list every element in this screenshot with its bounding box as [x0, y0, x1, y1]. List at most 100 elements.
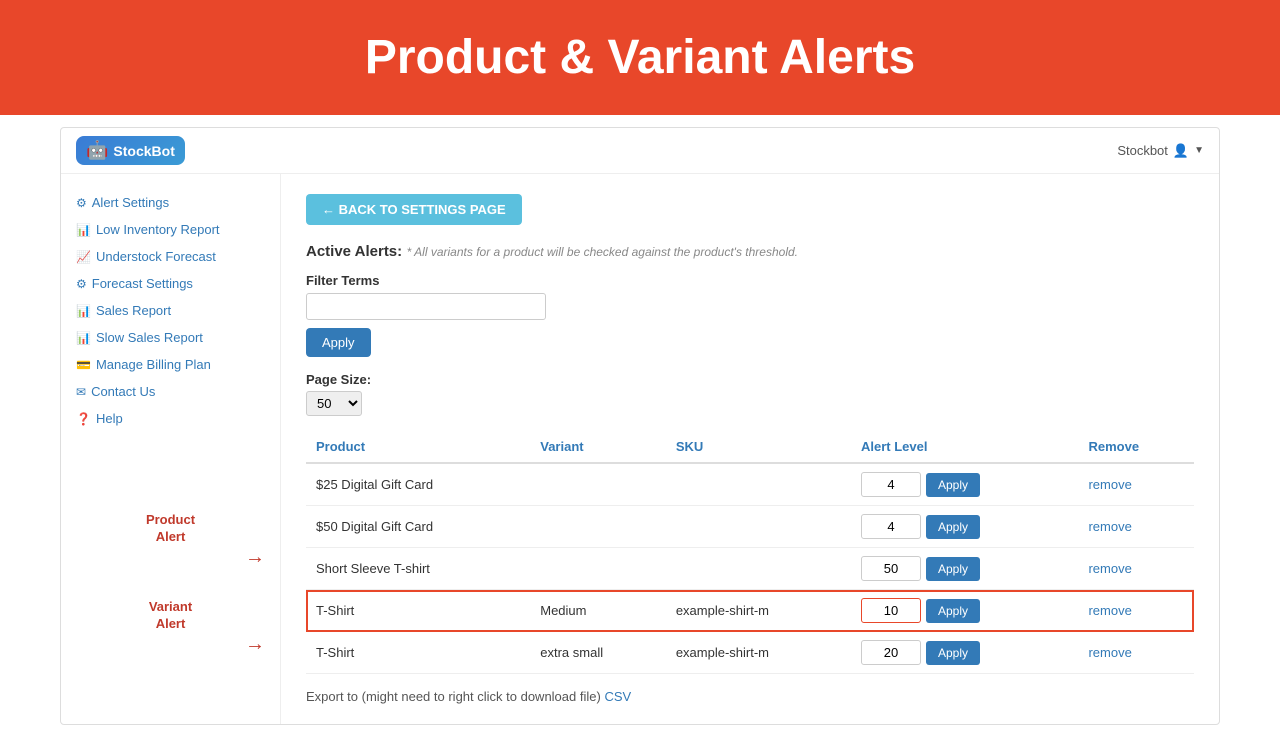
filter-input[interactable]	[306, 293, 546, 320]
alerts-table: Product Variant SKU Alert Level Remove $…	[306, 431, 1194, 674]
slow-sales-report-link[interactable]: 📊 Slow Sales Report	[76, 330, 265, 345]
col-product: Product	[306, 431, 530, 463]
page-size-row: Page Size: 10 25 50 100	[306, 372, 1194, 416]
page-size-select[interactable]: 10 25 50 100	[306, 391, 362, 416]
hero-banner: Product & Variant Alerts	[0, 0, 1280, 115]
sidebar-item-understock[interactable]: 📈 Understock Forecast	[61, 243, 280, 270]
cell-product: $25 Digital Gift Card	[306, 463, 530, 506]
topbar-user[interactable]: Stockbot 👤 ▼	[1117, 143, 1204, 159]
sidebar-item-forecast-settings[interactable]: ⚙ Forecast Settings	[61, 270, 280, 297]
col-sku: SKU	[666, 431, 851, 463]
cell-alert-level: Apply	[851, 590, 1078, 632]
row-apply-button[interactable]: Apply	[926, 599, 980, 623]
export-row: Export to (might need to right click to …	[306, 689, 1194, 704]
remove-link[interactable]: remove	[1088, 645, 1131, 660]
filter-label: Filter Terms	[306, 273, 1194, 288]
billing-icon: 💳	[76, 358, 91, 372]
cell-remove: remove	[1078, 590, 1194, 632]
help-icon: ❓	[76, 412, 91, 426]
row-apply-button[interactable]: Apply	[926, 641, 980, 665]
bar-chart-icon: 📊	[76, 304, 91, 318]
settings-icon: ⚙	[76, 196, 87, 210]
active-alerts-heading: Active Alerts: * All variants for a prod…	[306, 243, 1194, 261]
apply-filter-button[interactable]: Apply	[306, 328, 371, 357]
app-topbar: 🤖 StockBot Stockbot 👤 ▼	[61, 128, 1219, 174]
stockbot-logo: 🤖 StockBot	[76, 136, 185, 165]
sales-report-link[interactable]: 📊 Sales Report	[76, 303, 265, 318]
cell-sku	[666, 463, 851, 506]
cell-sku: example-shirt-m	[666, 632, 851, 674]
cell-product: $50 Digital Gift Card	[306, 506, 530, 548]
alert-level-input[interactable]	[861, 598, 921, 623]
col-remove: Remove	[1078, 431, 1194, 463]
alert-level-input[interactable]	[861, 472, 921, 497]
table-row: T-Shirtextra smallexample-shirt-m Apply re…	[306, 632, 1194, 674]
cell-alert-level: Apply	[851, 506, 1078, 548]
sidebar-item-help[interactable]: ❓ Help	[61, 405, 280, 432]
logo-text: StockBot	[113, 143, 174, 159]
alert-settings-link[interactable]: ⚙ Alert Settings	[76, 195, 265, 210]
cell-remove: remove	[1078, 548, 1194, 590]
sidebar-item-billing[interactable]: 💳 Manage Billing Plan	[61, 351, 280, 378]
remove-link[interactable]: remove	[1088, 477, 1131, 492]
col-variant: Variant	[530, 431, 666, 463]
cell-alert-level: Apply	[851, 548, 1078, 590]
table-row: T-ShirtMediumexample-shirt-mApplyremove	[306, 590, 1194, 632]
forecast-settings-link[interactable]: ⚙ Forecast Settings	[76, 276, 265, 291]
col-alert-level: Alert Level	[851, 431, 1078, 463]
cell-remove: remove	[1078, 632, 1194, 674]
export-csv-link[interactable]: CSV	[604, 689, 631, 704]
remove-link[interactable]: remove	[1088, 561, 1131, 576]
variant-alert-arrow: →	[71, 633, 270, 656]
cell-remove: remove	[1078, 506, 1194, 548]
table-row: Short Sleeve T-shirtApplyremove	[306, 548, 1194, 590]
remove-link[interactable]: remove	[1088, 519, 1131, 534]
table-header-row: Product Variant SKU Alert Level Remove	[306, 431, 1194, 463]
forecast-icon: 📈	[76, 250, 91, 264]
row-apply-button[interactable]: Apply	[926, 515, 980, 539]
contact-link[interactable]: ✉ Contact Us	[76, 384, 265, 399]
row-apply-button[interactable]: Apply	[926, 473, 980, 497]
cell-remove: remove	[1078, 463, 1194, 506]
app-body: ⚙ Alert Settings 📊 Low Inventory Report …	[61, 174, 1219, 724]
billing-link[interactable]: 💳 Manage Billing Plan	[76, 357, 265, 372]
sidebar-item-contact[interactable]: ✉ Contact Us	[61, 378, 280, 405]
sidebar-item-low-inventory[interactable]: 📊 Low Inventory Report	[61, 216, 280, 243]
user-name: Stockbot	[1117, 143, 1168, 158]
understock-link[interactable]: 📈 Understock Forecast	[76, 249, 265, 264]
sidebar-item-slow-sales-report[interactable]: 📊 Slow Sales Report	[61, 324, 280, 351]
gear-icon: ⚙	[76, 277, 87, 291]
sidebar-item-alert-settings[interactable]: ⚙ Alert Settings	[61, 189, 280, 216]
cell-variant	[530, 506, 666, 548]
chart-icon: 📊	[76, 223, 91, 237]
sidebar-nav: ⚙ Alert Settings 📊 Low Inventory Report …	[61, 189, 280, 432]
remove-link[interactable]: remove	[1088, 603, 1131, 618]
cell-variant	[530, 463, 666, 506]
cell-sku: example-shirt-m	[666, 590, 851, 632]
filter-section: Filter Terms Apply	[306, 273, 1194, 357]
cell-variant: extra small	[530, 632, 666, 674]
active-alerts-note: * All variants for a product will be che…	[407, 245, 798, 259]
back-to-settings-button[interactable]: ← BACK TO SETTINGS PAGE	[306, 194, 522, 225]
main-content: ← BACK TO SETTINGS PAGE Active Alerts: *…	[281, 174, 1219, 724]
slow-chart-icon: 📊	[76, 331, 91, 345]
alert-level-input[interactable]	[861, 640, 921, 665]
page-size-label: Page Size:	[306, 372, 1194, 387]
help-link[interactable]: ❓ Help	[76, 411, 265, 426]
row-apply-button[interactable]: Apply	[926, 557, 980, 581]
product-alert-arrow: →	[71, 546, 270, 569]
active-alerts-label: Active Alerts:	[306, 243, 402, 260]
hero-title: Product & Variant Alerts	[20, 30, 1260, 85]
alert-level-input[interactable]	[861, 514, 921, 539]
variant-alert-annotation: VariantAlert	[71, 599, 270, 633]
cell-product: T-Shirt	[306, 632, 530, 674]
cell-alert-level: Apply	[851, 632, 1078, 674]
product-alert-annotation: ProductAlert	[71, 512, 270, 546]
logo-robot-icon: 🤖	[86, 140, 108, 161]
user-icon: 👤	[1173, 143, 1189, 159]
sidebar-item-sales-report[interactable]: 📊 Sales Report	[61, 297, 280, 324]
cell-sku	[666, 506, 851, 548]
low-inventory-link[interactable]: 📊 Low Inventory Report	[76, 222, 265, 237]
alert-level-input[interactable]	[861, 556, 921, 581]
cell-alert-level: Apply	[851, 463, 1078, 506]
